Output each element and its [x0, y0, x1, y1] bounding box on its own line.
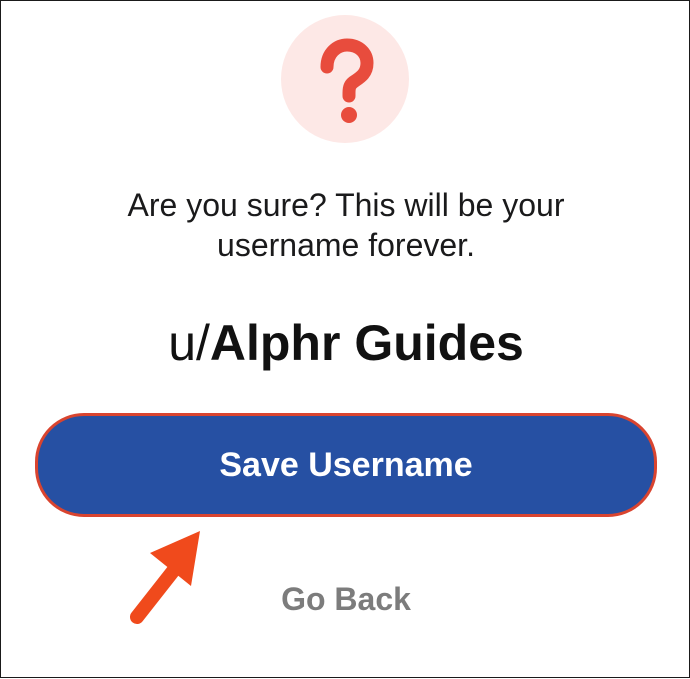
question-mark-icon	[320, 38, 374, 123]
save-username-button[interactable]: Save Username	[35, 413, 657, 517]
confirm-username-dialog: Are you sure? This will be your username…	[0, 0, 690, 678]
confirmation-message: Are you sure? This will be your username…	[127, 187, 565, 263]
username-display: u/Alphr Guides	[41, 313, 651, 373]
username-value: Alphr Guides	[209, 315, 524, 371]
question-mark-icon-badge	[281, 15, 409, 143]
username-prefix: u/	[168, 315, 210, 371]
go-back-link[interactable]: Go Back	[246, 579, 446, 619]
